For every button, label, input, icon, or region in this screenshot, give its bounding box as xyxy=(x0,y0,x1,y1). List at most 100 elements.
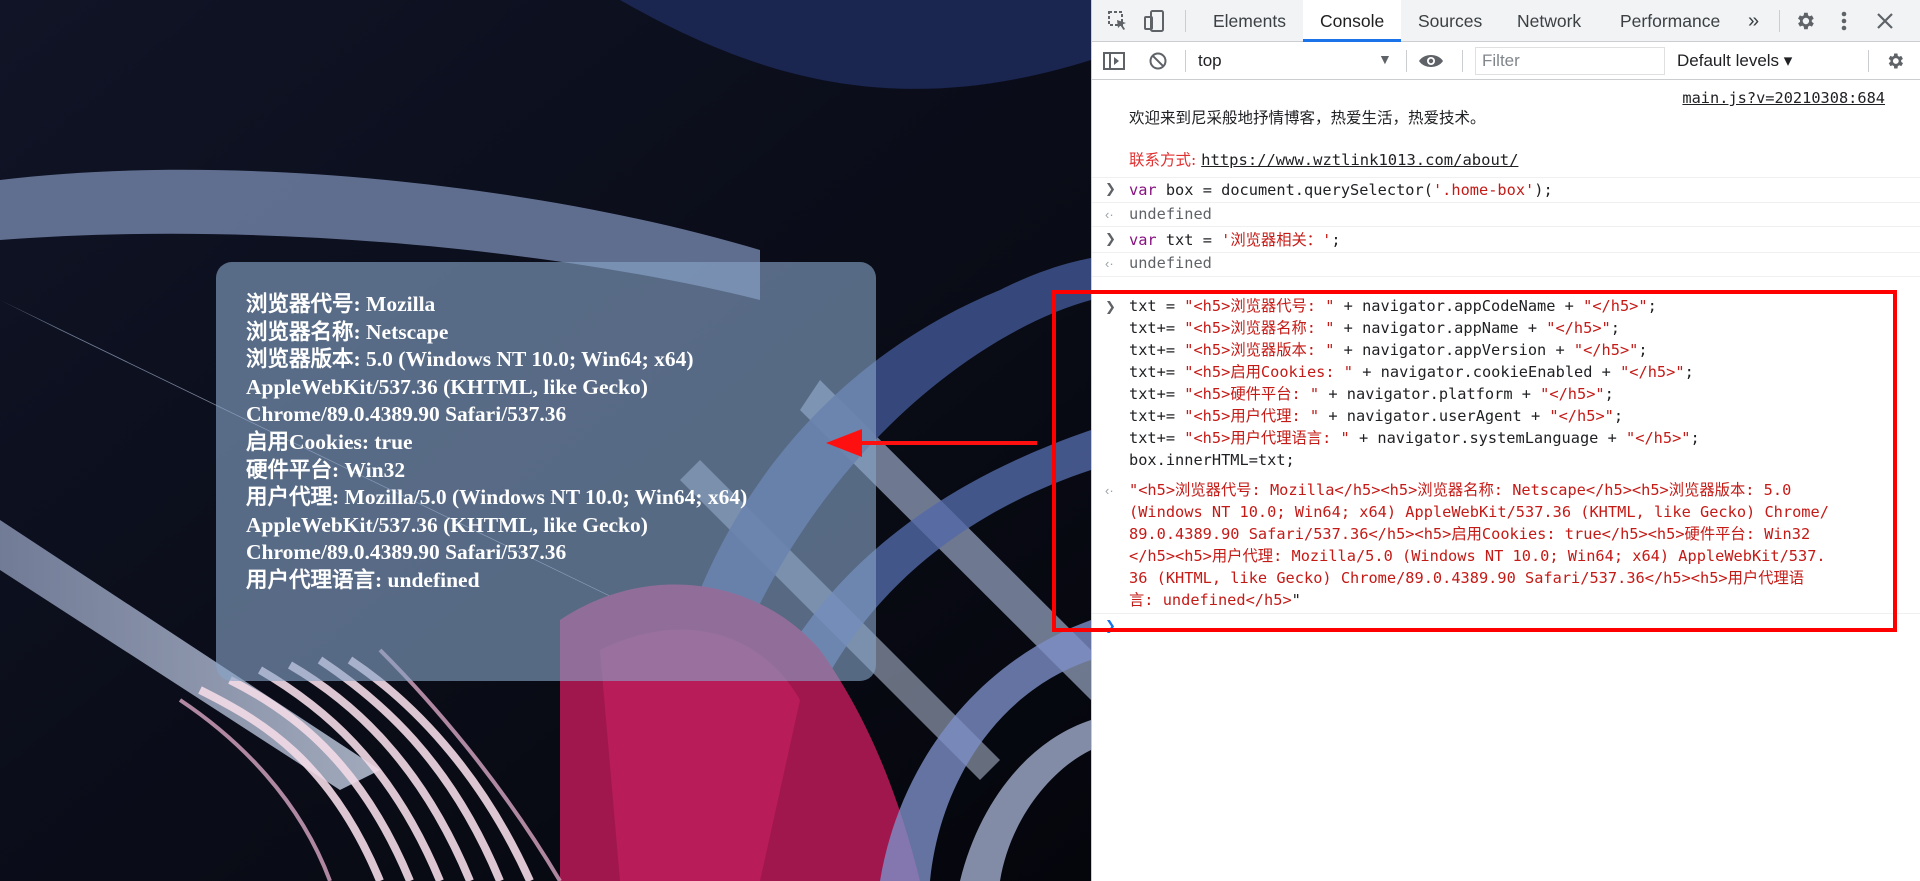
filter-input[interactable] xyxy=(1475,47,1665,75)
code-text: ); xyxy=(1534,181,1553,199)
code-text: txt+= xyxy=(1129,407,1185,425)
code-text: txt = xyxy=(1156,231,1222,249)
code-text: + navigator.platform + xyxy=(1319,385,1541,403)
browser-info-line: 硬件平台: Win32 xyxy=(246,457,406,482)
sidebar-toggle-icon[interactable] xyxy=(1102,50,1126,72)
console-settings-gear-icon[interactable] xyxy=(1883,50,1907,72)
closing-quote: " xyxy=(1291,591,1301,609)
code-text: ; xyxy=(1647,297,1657,315)
code-text: box.innerHTML=txt; xyxy=(1129,451,1295,469)
browser-info-list: 浏览器代号: Mozilla 浏览器名称: Netscape 浏览器版本: 5.0 … xyxy=(246,291,846,595)
result-arrow-icon: ‹· xyxy=(1105,483,1114,498)
string-literal: 89.0.4389.90 Safari/537.36</h5><h5>启用Coo… xyxy=(1129,525,1811,543)
clear-console-icon[interactable] xyxy=(1147,50,1169,72)
string-literal: "</h5>" xyxy=(1620,363,1685,381)
browser-info-line: 用户代理: Mozilla/5.0 (Windows NT 10.0; Win6… xyxy=(246,485,748,510)
string-literal: "<h5>硬件平台: " xyxy=(1184,385,1320,403)
string-literal: (Windows NT 10.0; Win64; x64) AppleWebKi… xyxy=(1129,503,1829,521)
close-icon[interactable] xyxy=(1874,10,1896,32)
console-output[interactable]: main.js?v=20210308:684 欢迎来到尼采般地抒情博客，热爱生活… xyxy=(1092,81,1920,881)
string-literal: "</h5>" xyxy=(1546,319,1611,337)
divider xyxy=(1092,202,1920,203)
string-literal: 言: undefined</h5> xyxy=(1129,591,1292,609)
eye-icon[interactable] xyxy=(1418,50,1444,72)
code-text: ; xyxy=(1604,385,1614,403)
code-text: ; xyxy=(1331,231,1341,249)
command-line: txt+= "<h5>启用Cookies: " + navigator.cook… xyxy=(1129,361,1694,383)
context-select[interactable]: top xyxy=(1198,48,1298,74)
code-text: txt+= xyxy=(1129,363,1185,381)
log-levels-dropdown[interactable]: Default levels ▾ xyxy=(1677,48,1792,74)
code-text: ; xyxy=(1684,363,1694,381)
chevron-down-icon[interactable]: ▼ xyxy=(1378,51,1392,67)
settings-gear-icon[interactable] xyxy=(1792,9,1818,33)
console-result: undefined xyxy=(1129,205,1212,223)
tab-sources[interactable]: Sources xyxy=(1418,0,1482,42)
string-literal: "</h5>" xyxy=(1540,385,1605,403)
browser-info-line: 浏览器代号: Mozilla xyxy=(246,292,436,316)
source-link[interactable]: main.js?v=20210308:684 xyxy=(1682,89,1885,107)
keyword: var xyxy=(1129,231,1157,249)
string-literal: "</h5>" xyxy=(1549,407,1614,425)
code-text: ; xyxy=(1638,341,1648,359)
command-line: txt = "<h5>浏览器代号: " + navigator.appCodeN… xyxy=(1129,295,1657,317)
string-literal: "<h5>浏览器代号: " xyxy=(1184,297,1335,315)
string-literal: "<h5>浏览器版本: " xyxy=(1184,341,1335,359)
code-text: txt+= xyxy=(1129,385,1185,403)
web-page-viewport: 浏览器代号: Mozilla 浏览器名称: Netscape 浏览器版本: 5.0 … xyxy=(0,0,1091,881)
string-literal: 36 (KHTML, like Gecko) Chrome/89.0.4389.… xyxy=(1129,569,1805,587)
devtools-panel: Elements Console Sources Network Perform… xyxy=(1091,0,1920,881)
code-text: txt = xyxy=(1129,297,1185,315)
browser-info-line: 用户代理语言: undefined xyxy=(246,567,480,592)
contact-url-link[interactable]: https://www.wztlink1013.com/about/ xyxy=(1201,151,1518,169)
result-arrow-icon: ‹· xyxy=(1105,207,1114,222)
welcome-message: 欢迎来到尼采般地抒情博客，热爱生活，热爱技术。 xyxy=(1129,109,1486,127)
input-prompt-icon: ❯ xyxy=(1105,231,1116,246)
more-options-icon[interactable] xyxy=(1834,9,1854,33)
browser-info-line: AppleWebKit/537.36 (KHTML, like Gecko) xyxy=(246,374,648,399)
keyword: var xyxy=(1129,181,1157,199)
tab-performance[interactable]: Performance xyxy=(1620,0,1720,42)
device-toolbar-icon[interactable] xyxy=(1142,9,1166,33)
code-text: txt+= xyxy=(1129,341,1185,359)
divider xyxy=(1092,177,1920,178)
divider xyxy=(1092,613,1920,614)
browser-info-line: Chrome/89.0.4389.90 Safari/537.36 xyxy=(246,540,567,565)
toolbar-divider xyxy=(1779,10,1780,32)
result-string-line: 36 (KHTML, like Gecko) Chrome/89.0.4389.… xyxy=(1129,567,1804,589)
code-text: + navigator.appVersion + xyxy=(1334,341,1574,359)
command-line: txt+= "<h5>用户代理语言: " + navigator.systemL… xyxy=(1129,427,1700,449)
result-string-line: 89.0.4389.90 Safari/537.36</h5><h5>启用Coo… xyxy=(1129,523,1810,545)
code-text: + navigator.systemLanguage + xyxy=(1349,429,1627,447)
browser-info-line: 浏览器名称: Netscape xyxy=(246,319,449,344)
more-tabs-icon[interactable]: » xyxy=(1748,0,1759,42)
string-literal: "<h5>浏览器名称: " xyxy=(1184,319,1335,337)
console-input-prompt-icon[interactable]: ❯ xyxy=(1105,618,1116,634)
code-text: ; xyxy=(1613,407,1624,425)
toolbar-divider xyxy=(1185,10,1186,32)
string-literal: "<h5>浏览器代号: Mozilla</h5><h5>浏览器名称: Netsc… xyxy=(1129,481,1792,499)
console-command: var txt = '浏览器相关：'; xyxy=(1129,229,1341,251)
home-box: 浏览器代号: Mozilla 浏览器名称: Netscape 浏览器版本: 5.0 … xyxy=(216,262,876,681)
contact-label: 联系方式: xyxy=(1129,151,1202,169)
string-literal: </h5><h5>用户代理: Mozilla/5.0 (Windows NT 1… xyxy=(1129,547,1826,565)
result-string-line: (Windows NT 10.0; Win64; x64) AppleWebKi… xyxy=(1129,501,1829,523)
console-result: undefined xyxy=(1129,254,1212,272)
command-line: box.innerHTML=txt; xyxy=(1129,449,1295,471)
tab-elements[interactable]: Elements xyxy=(1213,0,1286,42)
command-line: txt+= "<h5>用户代理: " + navigator.userAgent… xyxy=(1129,405,1623,427)
code-text: txt+= xyxy=(1129,429,1185,447)
toolbar-divider xyxy=(1185,50,1186,72)
string-literal: "</h5>" xyxy=(1626,429,1691,447)
inspect-element-icon[interactable] xyxy=(1106,10,1130,32)
devtools-tab-bar: Elements Console Sources Network Perform… xyxy=(1092,0,1920,42)
string-literal: '浏览器相关：' xyxy=(1221,231,1332,249)
result-string-line: </h5><h5>用户代理: Mozilla/5.0 (Windows NT 1… xyxy=(1129,545,1826,567)
divider xyxy=(1092,252,1920,253)
tab-console[interactable]: Console xyxy=(1303,0,1402,42)
toolbar-divider xyxy=(1406,50,1407,72)
divider xyxy=(1092,276,1920,277)
command-line: txt+= "<h5>浏览器版本: " + navigator.appVersi… xyxy=(1129,339,1648,361)
tab-network[interactable]: Network xyxy=(1517,0,1581,42)
command-line: txt+= "<h5>硬件平台: " + navigator.platform … xyxy=(1129,383,1614,405)
